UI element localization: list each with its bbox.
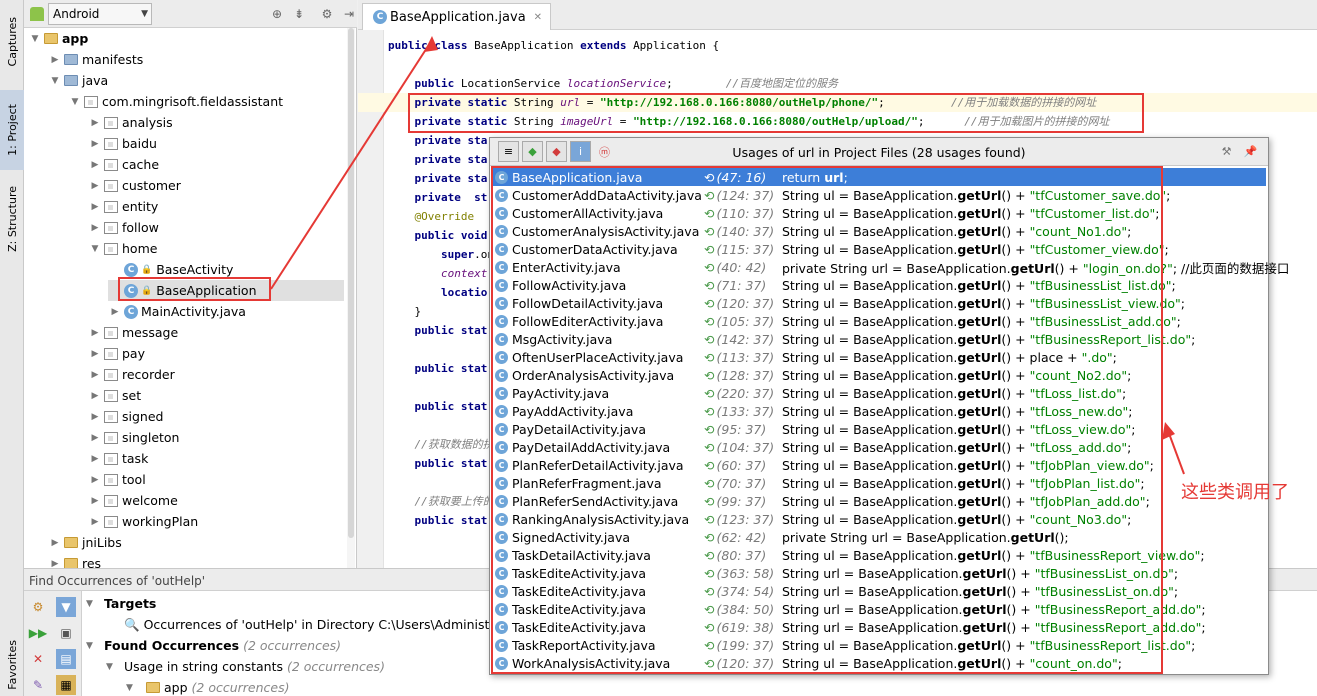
annotation-note: 这些类调用了	[1181, 482, 1289, 503]
annotation-arrows	[270, 36, 1185, 475]
arrow-head-to-tab	[424, 36, 438, 52]
arrow-line-to-tab	[270, 39, 433, 290]
arrow-head-to-usages	[1162, 422, 1175, 440]
